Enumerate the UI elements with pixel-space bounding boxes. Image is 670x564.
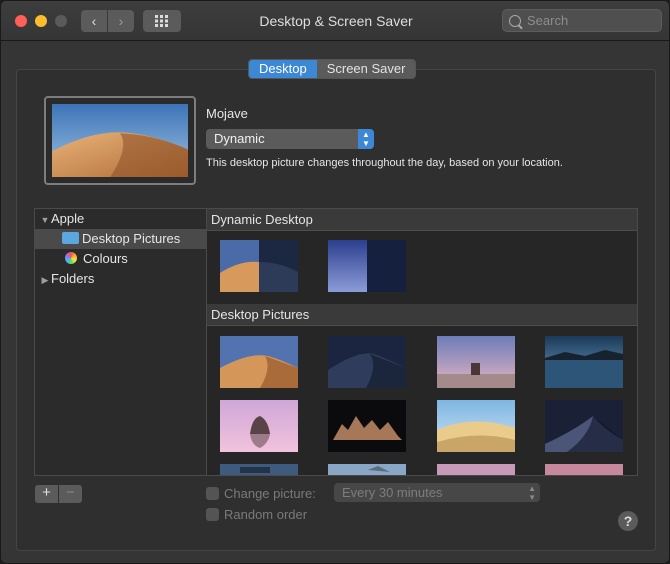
interval-value: Every 30 minutes <box>342 485 443 500</box>
wallpaper-thumb[interactable] <box>545 336 623 388</box>
change-picture-checkbox[interactable] <box>206 486 219 500</box>
tab-desktop[interactable]: Desktop <box>249 60 317 78</box>
sidebar-item-label: Desktop Pictures <box>82 231 181 246</box>
wallpaper-thumb[interactable] <box>328 464 406 476</box>
change-picture-row: Change picture: <box>206 485 316 501</box>
mojave-preview-image <box>52 104 188 177</box>
wallpaper-thumb[interactable] <box>328 336 406 388</box>
random-order-row: Random order <box>206 506 307 522</box>
wallpaper-thumb[interactable] <box>328 240 406 292</box>
search-field[interactable] <box>502 9 662 32</box>
wallpaper-thumb[interactable] <box>220 240 298 292</box>
sidebar-group-folders[interactable]: ▶ Folders <box>35 269 206 289</box>
wallpaper-thumb[interactable] <box>220 464 298 476</box>
section-dynamic-desktop: Dynamic Desktop <box>207 209 637 231</box>
tab-bar: Desktop Screen Saver <box>248 59 417 79</box>
help-button[interactable]: ? <box>618 511 638 531</box>
sidebar-item-label: Colours <box>83 251 128 266</box>
sidebar-item-colours[interactable]: Colours <box>35 249 206 269</box>
section-desktop-pictures: Desktop Pictures <box>207 304 637 326</box>
wallpaper-thumb[interactable] <box>220 336 298 388</box>
disclosure-down-icon[interactable]: ▼ <box>39 210 51 230</box>
search-input[interactable] <box>527 13 647 28</box>
wallpaper-name: Mojave <box>206 106 248 121</box>
sidebar-group-label: Folders <box>51 271 95 286</box>
wallpaper-thumb[interactable] <box>328 400 406 452</box>
sidebar-item-desktop-pictures[interactable]: Desktop Pictures <box>35 229 206 249</box>
wallpaper-grid: Dynamic Desktop Desktop Pictures <box>206 208 638 476</box>
colour-wheel-icon <box>65 252 77 264</box>
wallpaper-thumb[interactable] <box>220 400 298 452</box>
tab-screen-saver[interactable]: Screen Saver <box>316 60 416 78</box>
titlebar: ‹ › Desktop & Screen Saver <box>1 1 669 41</box>
wallpaper-thumb[interactable] <box>545 400 623 452</box>
change-interval-popup[interactable]: Every 30 minutes ▲ ▼ <box>334 483 540 502</box>
wallpaper-thumb[interactable] <box>545 464 623 476</box>
random-order-checkbox[interactable] <box>206 507 219 521</box>
disclosure-right-icon[interactable]: ▶ <box>39 270 51 290</box>
remove-folder-button[interactable]: − <box>59 485 82 503</box>
desktop-screensaver-window: ‹ › Desktop & Screen Saver Desktop Scree… <box>0 0 670 564</box>
wallpaper-thumb[interactable] <box>437 464 515 476</box>
wallpaper-description: This desktop picture changes throughout … <box>206 157 563 169</box>
current-wallpaper-preview <box>44 96 196 185</box>
dynamic-mode-popup[interactable]: Dynamic ▲ ▼ <box>206 129 374 149</box>
updown-chevron-icon: ▲ ▼ <box>358 129 374 149</box>
popup-value: Dynamic <box>214 131 265 146</box>
add-folder-button[interactable]: + <box>35 485 58 503</box>
source-sidebar: ▼ Apple Desktop Pictures Colours ▶ Folders <box>34 208 206 476</box>
updown-chevron-icon: ▲ ▼ <box>528 484 536 502</box>
wallpaper-thumb[interactable] <box>437 400 515 452</box>
wallpaper-thumb[interactable] <box>437 336 515 388</box>
random-order-label: Random order <box>224 506 308 522</box>
sidebar-group-label: Apple <box>51 211 85 226</box>
sidebar-group-apple[interactable]: ▼ Apple <box>35 209 206 229</box>
folder-icon <box>62 232 79 244</box>
search-icon <box>509 14 521 27</box>
change-picture-label: Change picture: <box>224 485 316 501</box>
